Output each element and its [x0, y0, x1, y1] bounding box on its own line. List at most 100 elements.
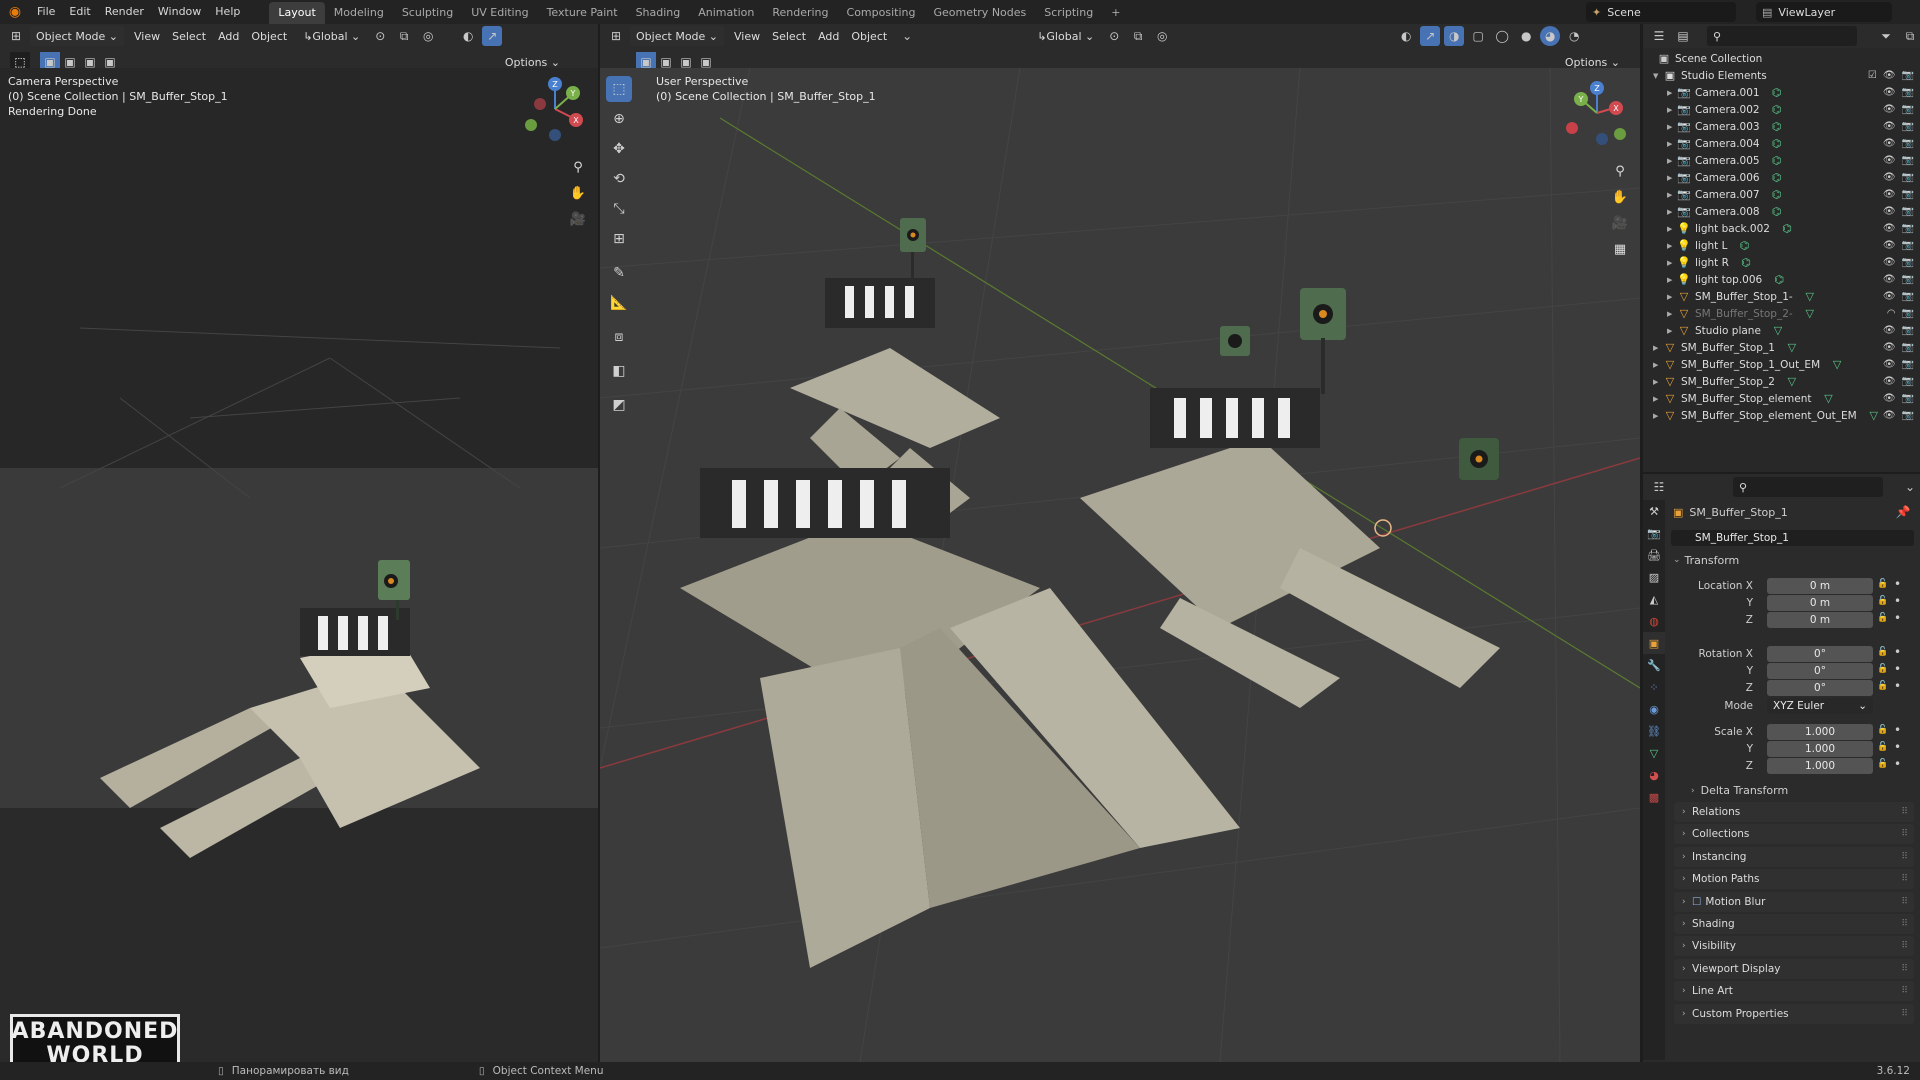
- tool-scale-icon[interactable]: ⤡: [606, 196, 632, 222]
- tab-geometry-nodes[interactable]: Geometry Nodes: [924, 2, 1035, 24]
- panel-drag-handle-icon[interactable]: ⠿: [1901, 919, 1908, 929]
- left-camera-view-icon[interactable]: 🎥: [567, 208, 589, 230]
- rotation-field-2[interactable]: 0°: [1767, 680, 1873, 696]
- panel-viewport-display[interactable]: › Viewport Display ⠿: [1674, 958, 1914, 979]
- proportional-icon[interactable]: ◎: [418, 26, 438, 46]
- outliner-new-collection-icon[interactable]: ⧉: [1900, 26, 1920, 46]
- render-camera-icon[interactable]: 📷: [1902, 240, 1914, 251]
- render-camera-icon[interactable]: 📷: [1902, 325, 1914, 336]
- outliner-row[interactable]: ▶ 💡 light R ⌬ 👁 📷: [1643, 254, 1920, 271]
- expand-arrow-icon[interactable]: ▶: [1667, 276, 1677, 284]
- expand-arrow-icon[interactable]: ▶: [1667, 191, 1677, 199]
- rotation-mode-select[interactable]: XYZ Euler ⌄: [1767, 698, 1873, 714]
- expand-arrow-icon[interactable]: ▶: [1667, 157, 1677, 165]
- pivot-icon[interactable]: ⊙: [370, 26, 390, 46]
- panel-drag-handle-icon[interactable]: ⠿: [1901, 829, 1908, 839]
- scene-selector[interactable]: ✦ Scene: [1586, 2, 1736, 22]
- tab-world-icon[interactable]: ◍: [1643, 610, 1665, 632]
- main-pivot-icon[interactable]: ⊙: [1104, 26, 1124, 46]
- eye-icon[interactable]: 👁: [1883, 87, 1896, 98]
- main-menu-add[interactable]: Add: [812, 26, 845, 46]
- panel-shading[interactable]: › Shading ⠿: [1674, 914, 1914, 934]
- transform-panel-header[interactable]: ⌄ Transform: [1673, 550, 1914, 570]
- main-snap-icon[interactable]: ⧉: [1128, 26, 1148, 46]
- overlay-toggle-icon[interactable]: ◑: [1444, 26, 1465, 46]
- render-camera-icon[interactable]: 📷: [1902, 138, 1914, 149]
- main-camera-view-icon[interactable]: 🎥: [1609, 212, 1631, 234]
- render-camera-icon[interactable]: 📷: [1902, 70, 1914, 81]
- render-camera-icon[interactable]: 📷: [1902, 223, 1914, 234]
- render-camera-icon[interactable]: 📷: [1902, 342, 1914, 353]
- outliner-row[interactable]: ▶ ▽ SM_Buffer_Stop_element_Out_EM ▽ 👁 📷: [1643, 407, 1920, 424]
- left-viewport[interactable]: Camera Perspective (0) Scene Collection …: [0, 68, 598, 1062]
- location-lock-icon[interactable]: 🔓: [1877, 596, 1888, 606]
- tab-physics-icon[interactable]: ◉: [1643, 698, 1665, 720]
- left-menu-add[interactable]: Add: [212, 26, 245, 46]
- tab-material-icon[interactable]: ◕: [1643, 764, 1665, 786]
- snap-icon[interactable]: ⧉: [394, 26, 414, 46]
- outliner-editor-icon[interactable]: ☰: [1649, 26, 1669, 46]
- main-pan-hand-icon[interactable]: ✋: [1609, 186, 1631, 208]
- delta-transform-header[interactable]: › Delta Transform: [1691, 784, 1788, 797]
- eye-icon[interactable]: 👁: [1883, 291, 1896, 302]
- pin-icon[interactable]: 📌: [1893, 502, 1913, 522]
- panel-relations[interactable]: › Relations ⠿: [1674, 802, 1914, 822]
- outliner-row[interactable]: ▶ 📷 Camera.007 ⌬ 👁 📷: [1643, 186, 1920, 203]
- menu-render[interactable]: Render: [98, 0, 151, 24]
- location-field-0[interactable]: 0 m: [1767, 578, 1873, 594]
- tool-add-cube-icon[interactable]: ⧈: [606, 324, 632, 350]
- eye-icon[interactable]: 👁: [1883, 240, 1896, 251]
- outliner-row[interactable]: ▶ 📷 Camera.003 ⌬ 👁 📷: [1643, 118, 1920, 135]
- outliner-row[interactable]: ▶ 📷 Camera.006 ⌬ 👁 📷: [1643, 169, 1920, 186]
- tool-rotate-icon[interactable]: ⟲: [606, 166, 632, 192]
- expand-arrow-icon[interactable]: ▶: [1653, 395, 1663, 403]
- tab-scripting[interactable]: Scripting: [1035, 2, 1102, 24]
- expand-arrow-icon[interactable]: ▶: [1653, 412, 1663, 420]
- left-pan-hand-icon[interactable]: ✋: [567, 182, 589, 204]
- tab-add[interactable]: +: [1102, 2, 1129, 24]
- expand-arrow-icon[interactable]: ▶: [1667, 208, 1677, 216]
- menu-help[interactable]: Help: [208, 0, 247, 24]
- viewlayer-selector[interactable]: ▤ ViewLayer: [1756, 2, 1892, 22]
- panel-drag-handle-icon[interactable]: ⠿: [1901, 986, 1908, 996]
- motion-blur-checkbox[interactable]: ☐: [1692, 896, 1701, 908]
- scale-field-0[interactable]: 1.000: [1767, 724, 1873, 740]
- tab-output-icon[interactable]: 🖨: [1643, 544, 1665, 566]
- rotation-lock-icon[interactable]: 🔓: [1877, 681, 1888, 691]
- render-camera-icon[interactable]: 📷: [1902, 291, 1914, 302]
- outliner-row[interactable]: ▶ 📷 Camera.002 ⌬ 👁 📷: [1643, 101, 1920, 118]
- tab-compositing[interactable]: Compositing: [838, 2, 925, 24]
- tool-move-icon[interactable]: ✥: [606, 136, 632, 162]
- eye-icon[interactable]: 👁: [1883, 104, 1896, 115]
- render-camera-icon[interactable]: 📷: [1902, 274, 1914, 285]
- tool-annotate-icon[interactable]: ✎: [606, 260, 632, 286]
- panel-drag-handle-icon[interactable]: ⠿: [1901, 852, 1908, 862]
- tab-modifiers-icon[interactable]: 🔧: [1643, 654, 1665, 676]
- object-name-field[interactable]: SM_Buffer_Stop_1: [1671, 530, 1914, 546]
- tab-texture-icon[interactable]: ▩: [1643, 786, 1665, 808]
- panel-drag-handle-icon[interactable]: ⠿: [1901, 964, 1908, 974]
- render-camera-icon[interactable]: 📷: [1902, 359, 1914, 370]
- rotation-keyframe-icon[interactable]: •: [1894, 679, 1901, 693]
- expand-arrow-icon[interactable]: ▶: [1653, 361, 1663, 369]
- outliner-row[interactable]: ▶ 📷 Camera.005 ⌬ 👁 📷: [1643, 152, 1920, 169]
- tool-cursor-icon[interactable]: ⊕: [606, 106, 632, 132]
- menu-edit[interactable]: Edit: [62, 0, 97, 24]
- main-mode-select[interactable]: Object Mode ⌄: [630, 26, 725, 46]
- rotation-keyframe-icon[interactable]: •: [1894, 662, 1901, 676]
- scale-lock-icon[interactable]: 🔓: [1877, 759, 1888, 769]
- shading-rendered-icon[interactable]: ◔: [1564, 26, 1584, 46]
- location-keyframe-icon[interactable]: •: [1894, 577, 1901, 591]
- expand-arrow-icon[interactable]: ▶: [1667, 327, 1677, 335]
- expand-arrow-icon[interactable]: ▶: [1667, 140, 1677, 148]
- properties-editor-icon[interactable]: ☷: [1649, 477, 1669, 497]
- eye-icon[interactable]: 👁: [1883, 359, 1896, 370]
- tab-rendering[interactable]: Rendering: [763, 2, 837, 24]
- panel-line-art[interactable]: › Line Art ⠿: [1674, 981, 1914, 1002]
- panel-collections[interactable]: › Collections ⠿: [1674, 824, 1914, 845]
- expand-arrow-icon[interactable]: ▶: [1653, 378, 1663, 386]
- panel-instancing[interactable]: › Instancing ⠿: [1674, 846, 1914, 867]
- eye-icon[interactable]: 👁: [1883, 206, 1896, 217]
- eye-icon[interactable]: 👁: [1883, 70, 1896, 81]
- main-zoom-icon[interactable]: ⚲: [1609, 160, 1631, 182]
